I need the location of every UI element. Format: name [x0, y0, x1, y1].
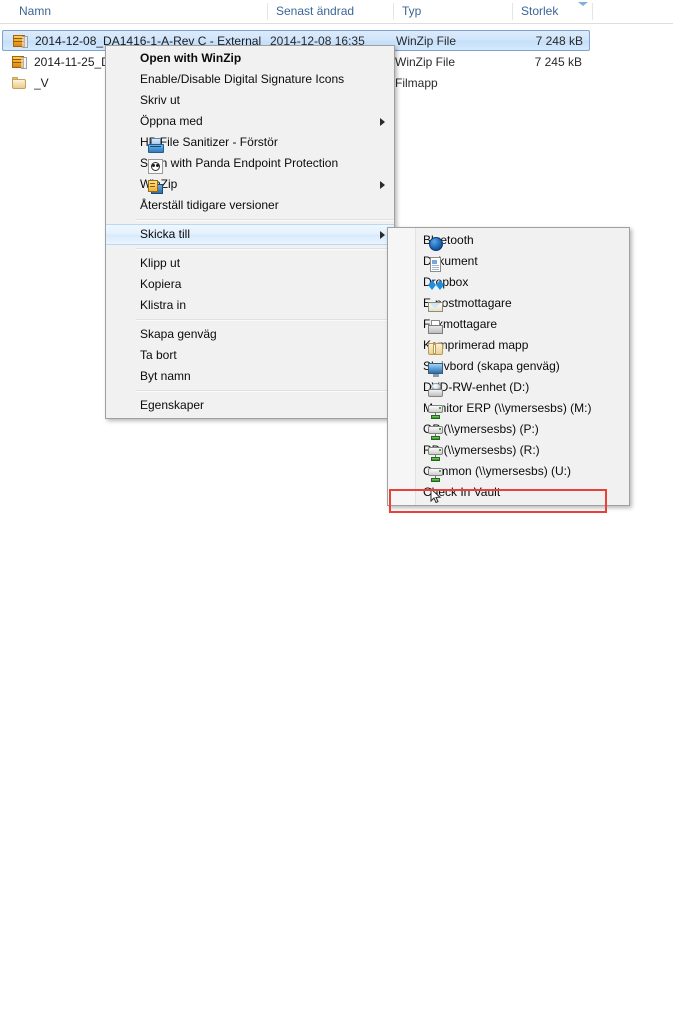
column-divider[interactable]: [592, 3, 593, 20]
menu-separator: [108, 390, 394, 392]
column-header-typ[interactable]: Typ: [393, 0, 512, 23]
submenu-arrow-icon: [380, 231, 385, 239]
menu-separator: [108, 248, 394, 250]
menu-item-label: Scan with Panda Endpoint Protection: [140, 156, 338, 170]
cell-size: 7 248 kB: [458, 31, 583, 51]
explorer-column-header: Namn Senast ändrad Typ Storlek: [0, 0, 673, 24]
menu-item-label: Egenskaper: [140, 398, 204, 412]
menu-item-label: Ta bort: [140, 348, 177, 362]
cell-name: _V: [34, 73, 49, 93]
submenu-item-dvd-rw-enhet[interactable]: DVD-RW-enhet (D:): [388, 377, 629, 398]
submenu-item-label: Skrivbord (skapa genväg): [423, 359, 560, 373]
submenu-item-dropbox[interactable]: Dropbox: [388, 272, 629, 293]
submenu-arrow-icon: [380, 181, 385, 189]
cell-size: 7 245 kB: [457, 52, 582, 72]
menu-item-skapa-genvag[interactable]: Skapa genväg: [106, 324, 394, 345]
submenu-item-bluetooth[interactable]: ᚝ Bluetooth: [388, 230, 629, 251]
menu-item-klipp-ut[interactable]: Klipp ut: [106, 253, 394, 274]
menu-item-klistra-in[interactable]: Klistra in: [106, 295, 394, 316]
cell-size: [457, 73, 582, 93]
submenu-arrow-icon: [380, 118, 385, 126]
menu-item-egenskaper[interactable]: Egenskaper: [106, 395, 394, 416]
menu-item-oppna-med[interactable]: Öppna med: [106, 111, 394, 132]
menu-item-skriv-ut[interactable]: Skriv ut: [106, 90, 394, 111]
context-menu[interactable]: Open with WinZip Enable/Disable Digital …: [105, 45, 395, 419]
menu-item-hp-file-sanitizer[interactable]: HP File Sanitizer - Förstör: [106, 132, 394, 153]
menu-item-byt-namn[interactable]: Byt namn: [106, 366, 394, 387]
send-to-submenu[interactable]: ᚝ Bluetooth Dokument Dropbox E-postmotta…: [387, 227, 630, 506]
menu-item-skicka-till[interactable]: Skicka till: [106, 224, 394, 245]
file-list: 2014-12-08_DA1416-1-A-Rev C - External 2…: [0, 23, 673, 44]
submenu-item-label: Common (\\ymersesbs) (U:): [423, 464, 571, 478]
submenu-item-label: Monitor ERP (\\ymersesbs) (M:): [423, 401, 591, 415]
menu-item-label: Open with WinZip: [140, 51, 241, 65]
submenu-item-faxmottagare[interactable]: Faxmottagare: [388, 314, 629, 335]
cell-type: WinZip File: [395, 52, 455, 72]
cell-type: WinZip File: [396, 31, 456, 51]
menu-item-label: Klistra in: [140, 298, 186, 312]
menu-item-label: Skapa genväg: [140, 327, 217, 341]
menu-item-label: Öppna med: [140, 114, 203, 128]
submenu-item-komprimerad-mapp[interactable]: Komprimerad mapp: [388, 335, 629, 356]
column-header-namn[interactable]: Namn: [10, 0, 267, 23]
submenu-item-monitor-erp[interactable]: Monitor ERP (\\ymersesbs) (M:): [388, 398, 629, 419]
submenu-item-check-in-vault[interactable]: Check In Vault: [388, 482, 629, 503]
menu-item-ta-bort[interactable]: Ta bort: [106, 345, 394, 366]
submenu-item-rd-drive[interactable]: RD (\\ymersesbs) (R:): [388, 440, 629, 461]
menu-item-enable-disable-digital-signature-icons[interactable]: Enable/Disable Digital Signature Icons: [106, 69, 394, 90]
menu-item-open-with-winzip[interactable]: Open with WinZip: [106, 48, 394, 69]
menu-item-scan-with-panda-endpoint-protection[interactable]: Scan with Panda Endpoint Protection: [106, 153, 394, 174]
menu-separator: [108, 319, 394, 321]
submenu-item-skrivbord[interactable]: Skrivbord (skapa genväg): [388, 356, 629, 377]
cell-name: 2014-11-25_D: [34, 52, 110, 72]
menu-item-label: Skriv ut: [140, 93, 180, 107]
menu-item-label: Klipp ut: [140, 256, 180, 270]
menu-item-label: Kopiera: [140, 277, 181, 291]
menu-item-label: Återställ tidigare versioner: [140, 198, 279, 212]
submenu-item-dokument[interactable]: Dokument: [388, 251, 629, 272]
column-header-senast-andrad[interactable]: Senast ändrad: [267, 0, 393, 23]
menu-item-label: Enable/Disable Digital Signature Icons: [140, 72, 344, 86]
menu-item-label: Skicka till: [140, 227, 190, 241]
menu-item-kopiera[interactable]: Kopiera: [106, 274, 394, 295]
submenu-item-e-postmottagare[interactable]: E-postmottagare: [388, 293, 629, 314]
menu-item-winzip[interactable]: WinZip: [106, 174, 394, 195]
menu-item-aterstall-tidigare-versioner[interactable]: Återställ tidigare versioner: [106, 195, 394, 216]
sort-descending-icon: [578, 2, 588, 6]
cell-type: Filmapp: [395, 73, 438, 93]
submenu-item-op-drive[interactable]: OP (\\ymersesbs) (P:): [388, 419, 629, 440]
submenu-item-common-drive[interactable]: Common (\\ymersesbs) (U:): [388, 461, 629, 482]
menu-item-label: Byt namn: [140, 369, 191, 383]
menu-separator: [108, 219, 394, 221]
